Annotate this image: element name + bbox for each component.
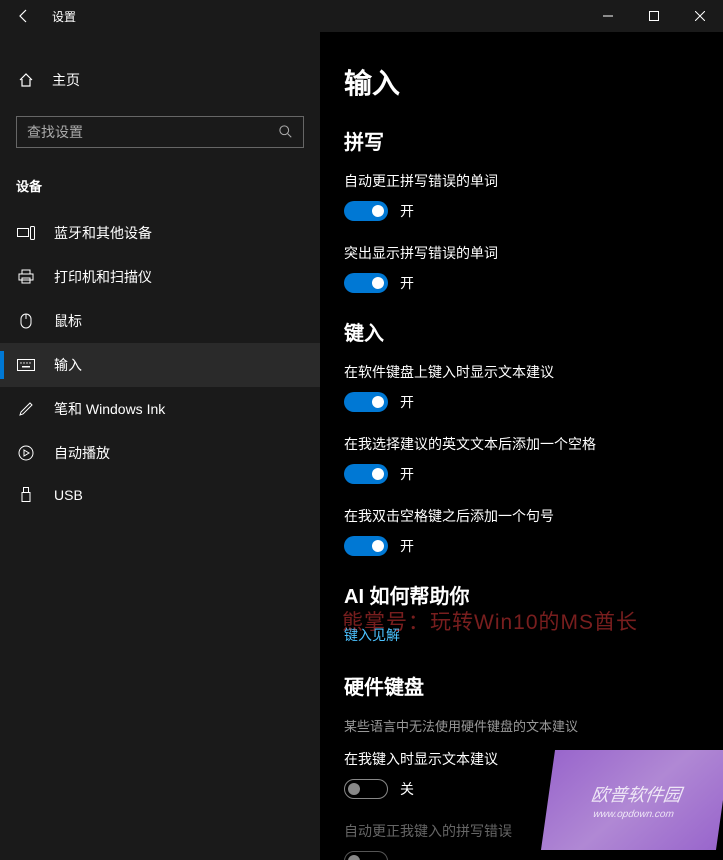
typing-insights-link[interactable]: 键入见解 <box>344 625 699 645</box>
back-button[interactable] <box>0 0 48 32</box>
pen-icon <box>16 401 36 417</box>
toggle-space[interactable] <box>344 464 388 484</box>
sidebar-item-pen[interactable]: 笔和 Windows Ink <box>0 387 320 431</box>
titlebar: 设置 <box>0 0 723 32</box>
toggle-hw-suggestions[interactable] <box>344 779 388 799</box>
nav-label: 自动播放 <box>54 443 110 463</box>
setting-label: 自动更正我键入的拼写错误 <box>344 821 699 841</box>
autoplay-icon <box>16 445 36 461</box>
section-typing-title: 键入 <box>344 317 699 346</box>
minimize-icon <box>603 11 613 21</box>
page-title: 输入 <box>344 62 699 102</box>
arrow-left-icon <box>16 8 32 24</box>
window-controls <box>585 0 723 32</box>
sidebar-item-mouse[interactable]: 鼠标 <box>0 299 320 343</box>
nav-label: 输入 <box>54 355 82 375</box>
toggle-state: 开 <box>400 392 414 412</box>
minimize-button[interactable] <box>585 0 631 32</box>
devices-icon <box>16 226 36 240</box>
section-ai-title: AI 如何帮助你 <box>344 580 699 609</box>
home-nav[interactable]: 主页 <box>0 60 320 100</box>
toggle-hw-autocorrect <box>344 851 388 860</box>
toggle-state: 开 <box>400 201 414 221</box>
window-title: 设置 <box>48 8 76 25</box>
mouse-icon <box>16 313 36 329</box>
toggle-state: 开 <box>400 273 414 293</box>
setting-label: 在我键入时显示文本建议 <box>344 749 699 769</box>
maximize-icon <box>649 11 659 21</box>
sidebar-item-usb[interactable]: USB <box>0 475 320 515</box>
maximize-button[interactable] <box>631 0 677 32</box>
toggle-suggestions[interactable] <box>344 392 388 412</box>
setting-label: 自动更正拼写错误的单词 <box>344 171 699 191</box>
nav-label: 笔和 Windows Ink <box>54 399 165 419</box>
printer-icon <box>16 269 36 285</box>
section-hardware-title: 硬件键盘 <box>344 671 699 700</box>
search-icon <box>279 125 293 139</box>
sidebar: 主页 查找设置 设备 蓝牙和其他设备 打印机和扫描仪 鼠标 输入 笔和 Wind… <box>0 32 320 860</box>
close-icon <box>695 11 705 21</box>
search-placeholder: 查找设置 <box>27 122 83 142</box>
toggle-autocorrect[interactable] <box>344 201 388 221</box>
usb-icon <box>16 487 36 503</box>
sidebar-item-autoplay[interactable]: 自动播放 <box>0 431 320 475</box>
sidebar-item-bluetooth[interactable]: 蓝牙和其他设备 <box>0 211 320 255</box>
toggle-period[interactable] <box>344 536 388 556</box>
nav-label: 鼠标 <box>54 311 82 331</box>
toggle-state: 开 <box>400 464 414 484</box>
toggle-state: 关 <box>400 779 414 799</box>
toggle-highlight[interactable] <box>344 273 388 293</box>
hardware-subtext: 某些语言中无法使用硬件键盘的文本建议 <box>344 716 699 735</box>
sidebar-item-printers[interactable]: 打印机和扫描仪 <box>0 255 320 299</box>
keyboard-icon <box>16 359 36 371</box>
setting-label: 在我选择建议的英文文本后添加一个空格 <box>344 434 699 454</box>
search-input[interactable]: 查找设置 <box>16 116 304 148</box>
sidebar-section-label: 设备 <box>0 168 320 211</box>
toggle-state: 开 <box>400 536 414 556</box>
sidebar-item-typing[interactable]: 输入 <box>0 343 320 387</box>
nav-label: USB <box>54 487 83 503</box>
nav-label: 打印机和扫描仪 <box>54 267 152 287</box>
home-label: 主页 <box>52 70 80 90</box>
close-button[interactable] <box>677 0 723 32</box>
home-icon <box>16 72 36 88</box>
setting-label: 在软件键盘上键入时显示文本建议 <box>344 362 699 382</box>
nav-label: 蓝牙和其他设备 <box>54 223 152 243</box>
section-spelling-title: 拼写 <box>344 126 699 155</box>
setting-label: 在我双击空格键之后添加一个句号 <box>344 506 699 526</box>
setting-label: 突出显示拼写错误的单词 <box>344 243 699 263</box>
content-area: 输入 拼写 自动更正拼写错误的单词 开 突出显示拼写错误的单词 开 键入 在软件… <box>320 32 723 860</box>
